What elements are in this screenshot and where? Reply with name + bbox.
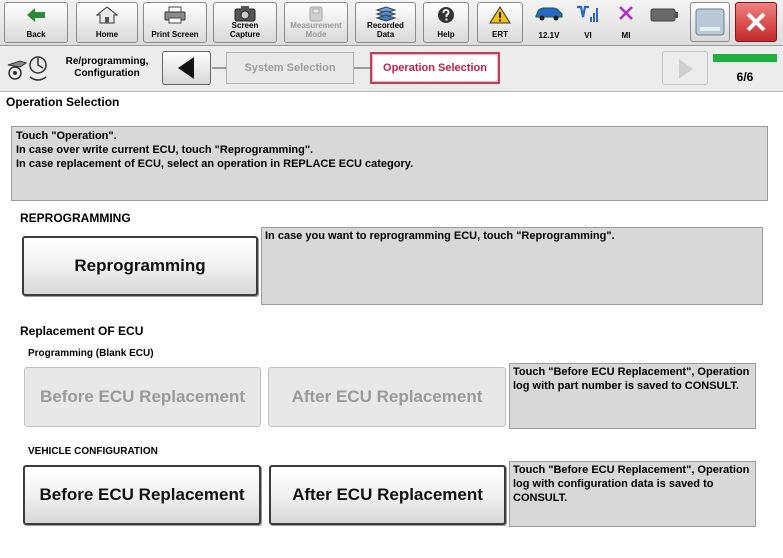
triangle-left-icon — [178, 57, 194, 79]
warning-icon — [489, 6, 511, 24]
page-count: 6/6 — [736, 70, 754, 84]
home-label: Home — [95, 30, 119, 39]
instruction-line: In case over write current ECU, touch "R… — [16, 144, 314, 156]
home-icon — [96, 6, 118, 24]
instruction-line: Touch "Operation". — [16, 130, 117, 142]
recorded-data-label: Recorded Data — [367, 21, 404, 39]
next-button[interactable] — [662, 51, 708, 85]
printer-icon — [164, 6, 186, 24]
config-before-replacement-button[interactable]: Before ECU Replacement — [23, 465, 261, 525]
blank-ecu-description: Touch "Before ECU Replacement", Operatio… — [509, 363, 756, 429]
measurement-mode-label: Measurement Mode — [290, 21, 342, 39]
breadcrumb-label: Re/programming, Configuration — [65, 56, 149, 79]
signal-icon — [577, 5, 598, 22]
car-icon — [535, 7, 563, 21]
back-label: Back — [26, 30, 46, 39]
reprogramming-heading: REPROGRAMMING — [20, 211, 131, 225]
progress-bar — [713, 54, 777, 62]
config-description: Touch "Before ECU Replacement", Operatio… — [509, 461, 756, 527]
ert-label: ERT — [492, 30, 508, 39]
breadcrumb-back-button[interactable] — [162, 51, 211, 85]
step-operation-selection[interactable]: Operation Selection — [370, 52, 500, 84]
blank-ecu-after-replacement-button[interactable]: After ECU Replacement — [268, 367, 506, 427]
screen-capture-button[interactable]: Screen Capture — [213, 2, 277, 43]
screen-capture-label: Screen Capture — [229, 21, 261, 39]
recorded-data-icon — [374, 6, 397, 22]
help-label: Help — [437, 30, 455, 39]
vi-indicator: VI — [572, 2, 604, 43]
mi-label: MI — [621, 31, 631, 40]
measurement-mode-button[interactable]: Measurement Mode — [284, 2, 348, 43]
minimize-icon — [695, 8, 725, 36]
step-connector-icon — [212, 67, 226, 69]
reprogramming-button[interactable]: Reprogramming — [22, 236, 258, 296]
disconnected-icon — [619, 6, 633, 20]
battery-icon — [650, 8, 678, 22]
step-system-selection[interactable]: System Selection — [226, 52, 354, 84]
voltage-value: 12.1V — [538, 31, 560, 40]
measurement-icon — [309, 6, 323, 22]
arrow-left-icon — [27, 8, 45, 22]
help-icon — [438, 7, 454, 23]
home-button[interactable]: Home — [76, 2, 138, 43]
instructions-box: Touch "Operation". In case over write cu… — [11, 126, 768, 201]
help-button[interactable]: Help — [423, 2, 469, 43]
close-button[interactable] — [735, 2, 777, 42]
print-screen-button[interactable]: Print Screen — [143, 2, 207, 43]
recorded-data-button[interactable]: Recorded Data — [355, 2, 416, 43]
page-title: Operation Selection — [6, 95, 120, 109]
triangle-right-icon — [679, 59, 693, 79]
reprogramming-description: In case you want to reprogramming ECU, t… — [261, 227, 763, 305]
camera-icon — [234, 6, 256, 22]
print-screen-label: Print Screen — [151, 30, 199, 39]
vi-label: VI — [584, 31, 592, 40]
step-connector-icon — [354, 67, 370, 69]
config-after-replacement-button[interactable]: After ECU Replacement — [269, 465, 506, 525]
ert-button[interactable]: ERT — [477, 2, 523, 43]
battery-voltage: 12.1V — [530, 2, 568, 43]
vehicle-configuration-label: VEHICLE CONFIGURATION — [28, 446, 158, 457]
replacement-heading: Replacement OF ECU — [20, 324, 144, 338]
minimize-button[interactable] — [690, 2, 730, 42]
instruction-line: In case replacement of ECU, select an op… — [16, 158, 414, 170]
mi-indicator: MI — [610, 2, 642, 43]
back-button[interactable]: Back — [4, 2, 68, 43]
reprogramming-icon — [7, 56, 47, 81]
toolbar: Back Home Print Screen Screen Capture Me… — [0, 0, 783, 46]
breadcrumb: Re/programming, Configuration System Sel… — [0, 46, 783, 92]
programming-blank-ecu-label: Programming (Blank ECU) — [28, 348, 154, 359]
close-icon — [746, 12, 766, 32]
blank-ecu-before-replacement-button[interactable]: Before ECU Replacement — [24, 367, 261, 427]
